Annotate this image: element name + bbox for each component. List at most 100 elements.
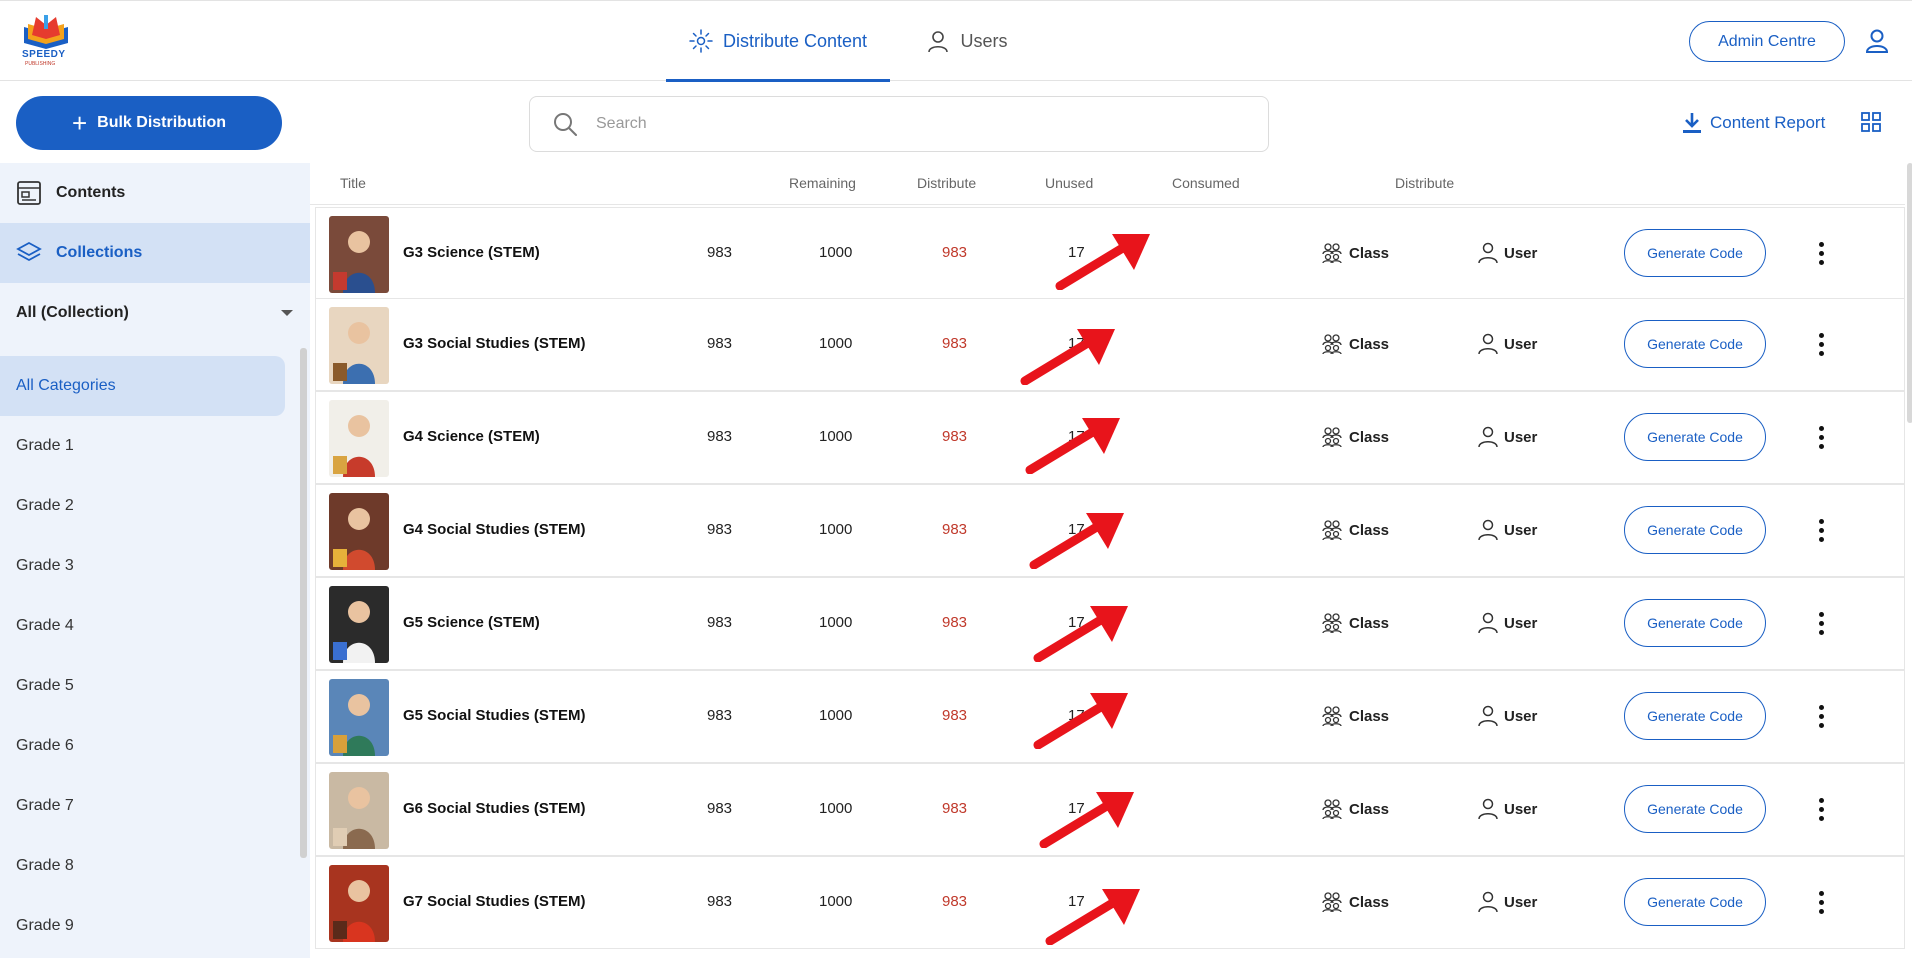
distribute-user-button[interactable]: User: [1478, 426, 1537, 448]
table-row[interactable]: G7 Social Studies (STEM) 983 1000 983 17…: [315, 856, 1905, 949]
table-row[interactable]: G4 Social Studies (STEM) 983 1000 983 17…: [315, 484, 1905, 577]
more-options-icon[interactable]: [1816, 327, 1826, 361]
generate-code-button[interactable]: Generate Code: [1624, 229, 1766, 277]
distribute-user-button[interactable]: User: [1478, 891, 1537, 913]
sidebar-item-grade-1[interactable]: Grade 1: [0, 416, 285, 476]
caret-down-icon: [281, 310, 293, 316]
content-table: Title Remaining Distribute Unused Consum…: [310, 163, 1912, 958]
table-row[interactable]: G3 Social Studies (STEM) 983 1000 983 17…: [315, 298, 1905, 391]
table-row[interactable]: G3 Science (STEM) 983 1000 983 17 Class: [315, 207, 1905, 300]
annotation-arrow: [1045, 889, 1140, 945]
generate-code-button[interactable]: Generate Code: [1624, 692, 1766, 740]
more-options-icon[interactable]: [1816, 792, 1826, 826]
distribute-class-button[interactable]: Class: [1321, 612, 1389, 634]
collection-filter-dropdown[interactable]: All (Collection): [0, 283, 310, 343]
distribute-user-button[interactable]: User: [1478, 519, 1537, 541]
more-options-icon[interactable]: [1816, 699, 1826, 733]
contents-label: Contents: [56, 184, 126, 201]
sidebar-item-grade-4[interactable]: Grade 4: [0, 596, 285, 656]
distribute-user-button[interactable]: User: [1478, 333, 1537, 355]
table-row[interactable]: G5 Science (STEM) 983 1000 983 17 Class: [315, 577, 1905, 670]
unused-value: 983: [942, 707, 968, 724]
distribute-class-button[interactable]: Class: [1321, 891, 1389, 913]
distribute-value: 1000: [819, 614, 853, 631]
sidebar-item-grade-8[interactable]: Grade 8: [0, 836, 285, 896]
generate-code-button[interactable]: Generate Code: [1624, 878, 1766, 926]
distribute-user-button[interactable]: User: [1478, 798, 1537, 820]
sidebar-item-all-categories[interactable]: All Categories: [0, 356, 285, 416]
distribute-value: 1000: [819, 428, 853, 445]
class-label: Class: [1349, 800, 1390, 818]
search-input[interactable]: [596, 115, 1196, 133]
search-icon: [554, 113, 577, 136]
generate-code-button[interactable]: Generate Code: [1624, 506, 1766, 554]
tab-distribute-content[interactable]: Distribute Content: [666, 1, 890, 82]
content-thumbnail: [329, 307, 389, 384]
annotation-arrow: [1055, 234, 1150, 290]
more-options-icon[interactable]: [1816, 606, 1826, 640]
distribute-user-button[interactable]: User: [1478, 612, 1537, 634]
sidebar-item-grade-3[interactable]: Grade 3: [0, 536, 285, 596]
sidebar-item-grade-9[interactable]: Grade 9: [0, 896, 285, 956]
generate-code-button[interactable]: Generate Code: [1624, 413, 1766, 461]
logo-subtext: PUBLISHING: [25, 61, 56, 67]
content-title[interactable]: G6 Social Studies (STEM): [403, 800, 586, 817]
content-title[interactable]: G3 Social Studies (STEM): [403, 335, 586, 352]
class-group-icon: [1322, 427, 1342, 448]
table-row[interactable]: G4 Science (STEM) 983 1000 983 17 Class: [315, 391, 1905, 484]
class-label: Class: [1349, 521, 1390, 539]
table-row[interactable]: G5 Social Studies (STEM) 983 1000 983 17…: [315, 670, 1905, 763]
bulk-distribution-button[interactable]: + Bulk Distribution: [16, 96, 282, 150]
sidebar-item-contents[interactable]: Contents: [0, 163, 310, 223]
distribute-class-button[interactable]: Class: [1321, 519, 1389, 541]
more-options-icon[interactable]: [1816, 513, 1826, 547]
content-title[interactable]: G5 Science (STEM): [403, 614, 540, 631]
app-root: SPEEDY PUBLISHING Distribute Content Use…: [0, 0, 1912, 958]
unused-value: 983: [942, 893, 968, 910]
distribute-class-button[interactable]: Class: [1321, 242, 1389, 264]
sparkle-icon: [689, 29, 713, 53]
distribute-user-button[interactable]: User: [1478, 705, 1537, 727]
table-header: Title Remaining Distribute Unused Consum…: [310, 163, 1905, 205]
sidebar-item-grade-2[interactable]: Grade 2: [0, 476, 285, 536]
plus-icon: +: [71, 108, 88, 138]
class-group-icon: [1322, 334, 1342, 355]
content-title[interactable]: G5 Social Studies (STEM): [403, 707, 586, 724]
content-title[interactable]: G3 Science (STEM): [403, 244, 540, 261]
user-icon: [1478, 426, 1498, 448]
content-report-link[interactable]: Content Report: [1682, 112, 1825, 134]
grid-view-icon[interactable]: [1861, 112, 1881, 132]
content-title[interactable]: G4 Social Studies (STEM): [403, 521, 586, 538]
content-title[interactable]: G4 Science (STEM): [403, 428, 540, 445]
distribute-class-button[interactable]: Class: [1321, 705, 1389, 727]
table-row[interactable]: G6 Social Studies (STEM) 983 1000 983 17…: [315, 763, 1905, 856]
table-scrollbar[interactable]: [1907, 163, 1912, 423]
more-options-icon[interactable]: [1816, 236, 1826, 270]
sidebar-item-collections[interactable]: Collections: [0, 223, 310, 283]
distribute-value: 1000: [819, 707, 853, 724]
sidebar-item-grade-6[interactable]: Grade 6: [0, 716, 285, 776]
book-logo-icon: [24, 15, 68, 49]
tab-users[interactable]: Users: [912, 1, 1022, 81]
search-bar[interactable]: [529, 96, 1269, 152]
more-options-icon[interactable]: [1816, 420, 1826, 454]
user-icon: [1478, 612, 1498, 634]
user-label: User: [1504, 428, 1538, 446]
sidebar-item-grade-7[interactable]: Grade 7: [0, 776, 285, 836]
distribute-class-button[interactable]: Class: [1321, 426, 1389, 448]
profile-icon[interactable]: [1864, 28, 1890, 54]
generate-code-button[interactable]: Generate Code: [1624, 785, 1766, 833]
more-options-icon[interactable]: [1816, 885, 1826, 919]
content-title[interactable]: G7 Social Studies (STEM): [403, 893, 586, 910]
distribute-class-button[interactable]: Class: [1321, 333, 1389, 355]
sidebar-item-grade-5[interactable]: Grade 5: [0, 656, 285, 716]
user-icon: [1478, 705, 1498, 727]
generate-code-button[interactable]: Generate Code: [1624, 599, 1766, 647]
admin-centre-button[interactable]: Admin Centre: [1689, 21, 1845, 62]
user-icon: [1478, 519, 1498, 541]
user-icon: [1478, 242, 1498, 264]
generate-code-button[interactable]: Generate Code: [1624, 320, 1766, 368]
sidebar-scrollbar[interactable]: [300, 348, 307, 858]
distribute-class-button[interactable]: Class: [1321, 798, 1389, 820]
distribute-user-button[interactable]: User: [1478, 242, 1537, 264]
